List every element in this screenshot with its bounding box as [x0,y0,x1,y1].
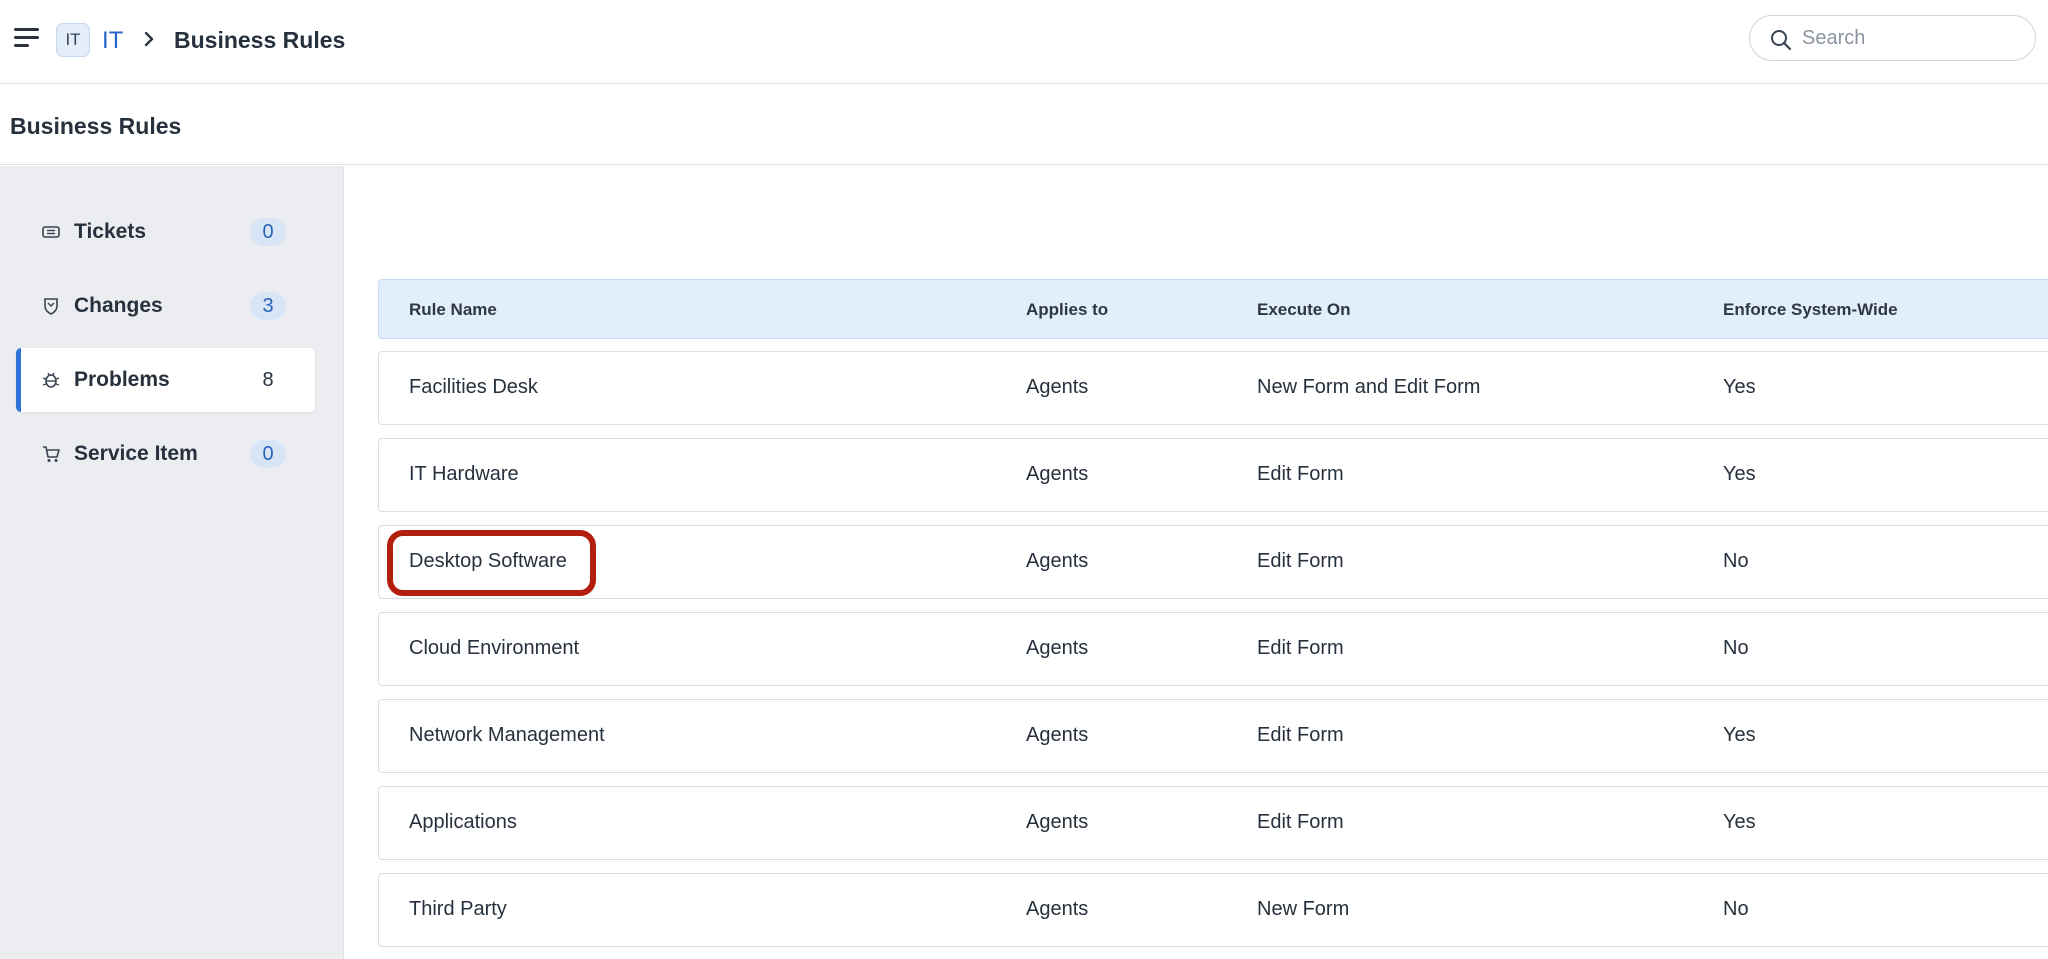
applies-to-cell: Agents [1026,811,1089,833]
search-input[interactable] [1802,24,2022,52]
rule-name-cell[interactable]: Third Party [409,898,507,921]
table-row[interactable]: Cloud Environment Agents Edit Form No [378,612,2048,686]
chevron-right-icon [144,31,154,47]
count-badge: 8 [262,368,274,391]
enforce-cell: Yes [1723,724,1756,746]
enforce-cell: Yes [1723,811,1756,833]
sidebar-item-tickets[interactable]: Tickets 0 [16,200,315,264]
sidebar: Tickets 0 Changes 3 Problems 8 Service I… [0,166,344,959]
table-row[interactable]: Third Party Agents New Form No [378,873,2048,947]
top-bar: IT IT Business Rules [0,0,2048,84]
page-header: Business Rules [0,85,2048,165]
ticket-icon [42,226,60,238]
enforce-cell: Yes [1723,376,1756,398]
enforce-cell: No [1723,637,1749,659]
sidebar-item-label: Tickets [74,220,146,243]
changes-shield-icon [44,298,58,315]
sidebar-item-changes[interactable]: Changes 3 [16,274,315,338]
count-badge: 3 [250,292,286,320]
applies-to-cell: Agents [1026,550,1089,572]
column-header-applies-to[interactable]: Applies to [1026,300,1108,320]
column-header-rule-name[interactable]: Rule Name [409,300,497,320]
rule-name-cell[interactable]: Cloud Environment [409,637,579,660]
rule-name-cell[interactable]: Network Management [409,724,605,747]
execute-on-cell: Edit Form [1257,724,1344,746]
page-title: Business Rules [10,113,182,139]
execute-on-cell: Edit Form [1257,463,1344,485]
table-row[interactable]: IT Hardware Agents Edit Form Yes [378,438,2048,512]
column-header-enforce-system-wide[interactable]: Enforce System-Wide [1723,300,1898,320]
applies-to-cell: Agents [1026,463,1089,485]
bug-icon [42,372,60,388]
cart-icon [43,446,60,462]
sidebar-item-label: Service Item [74,442,198,465]
sidebar-item-label: Changes [74,294,163,317]
execute-on-cell: Edit Form [1257,550,1344,572]
rule-name-cell[interactable]: IT Hardware [409,463,519,486]
applies-to-cell: Agents [1026,637,1089,659]
sidebar-item-label: Problems [74,368,170,391]
rule-name-cell[interactable]: Desktop Software [409,550,567,573]
search-box[interactable] [1749,15,2036,61]
execute-on-cell: Edit Form [1257,637,1344,659]
sidebar-item-problems[interactable]: Problems 8 [16,348,315,412]
execute-on-cell: Edit Form [1257,811,1344,833]
table-header: Rule Name Applies to Execute On Enforce … [378,279,2048,339]
table-row[interactable]: Facilities Desk Agents New Form and Edit… [378,351,2048,425]
applies-to-cell: Agents [1026,898,1089,920]
workspace-badge[interactable]: IT [56,23,90,57]
column-header-execute-on[interactable]: Execute On [1257,300,1351,320]
breadcrumb-workspace-link[interactable]: IT [102,27,123,55]
breadcrumb-current: Business Rules [174,27,346,53]
applies-to-cell: Agents [1026,724,1089,746]
table-row[interactable]: Network Management Agents Edit Form Yes [378,699,2048,773]
rule-name-cell[interactable]: Applications [409,811,517,834]
enforce-cell: No [1723,898,1749,920]
rule-name-cell[interactable]: Facilities Desk [409,376,538,399]
applies-to-cell: Agents [1026,376,1089,398]
count-badge: 0 [250,440,286,468]
execute-on-cell: New Form [1257,898,1350,920]
hamburger-menu-icon[interactable] [14,26,40,48]
search-icon [1771,30,1792,51]
table-row[interactable]: Applications Agents Edit Form Yes [378,786,2048,860]
enforce-cell: Yes [1723,463,1756,485]
enforce-cell: No [1723,550,1749,572]
table-row[interactable]: Desktop Software Agents Edit Form No [378,525,2048,599]
sidebar-item-service-item[interactable]: Service Item 0 [16,422,315,486]
execute-on-cell: New Form and Edit Form [1257,376,1481,398]
count-badge: 0 [250,218,286,246]
